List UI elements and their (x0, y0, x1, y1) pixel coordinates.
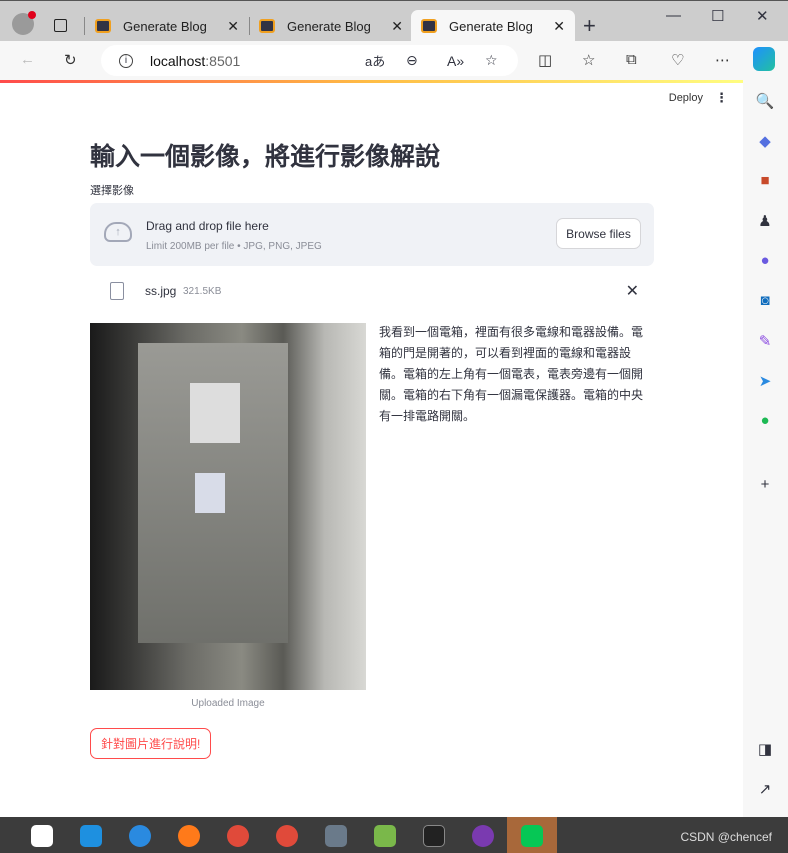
search-icon[interactable]: 🔍 (755, 92, 775, 110)
tab-3-active[interactable]: Generate Blog ✕ (411, 10, 575, 42)
tab-title: Generate Blog (123, 18, 207, 34)
streamlit-page: Deploy ⋮ 輸入一個影像，將進行影像解說 選擇影像 ↑ Drag and … (0, 80, 743, 817)
uploader-label: 選擇影像 (90, 185, 134, 197)
calculator-icon[interactable] (325, 825, 347, 847)
outlook-icon[interactable]: ◙ (755, 292, 775, 310)
tools-icon[interactable]: ■ (755, 172, 775, 190)
line-app-active[interactable] (507, 817, 557, 853)
header-decoration (0, 80, 743, 83)
split-screen-icon[interactable]: ◫ (538, 51, 552, 69)
collections-icon[interactable]: ⧉ (626, 51, 637, 68)
send-icon[interactable]: ➤ (755, 372, 775, 390)
read-aloud-icon[interactable]: aあ (365, 51, 385, 70)
info-icon[interactable]: i (119, 53, 133, 68)
zoom-out-icon[interactable]: ⊖ (406, 52, 418, 69)
tab-actions-icon[interactable] (54, 19, 67, 32)
main-menu-icon[interactable]: ⋮ (715, 90, 728, 106)
watermark: CSDN @chencef (680, 830, 772, 844)
cloud-icon[interactable] (129, 825, 151, 847)
uploaded-image (90, 323, 366, 690)
remove-file-icon[interactable]: ✕ (626, 281, 639, 301)
file-name: ss.jpg (145, 284, 177, 298)
dropzone-title: Drag and drop file here (146, 219, 269, 233)
image-caption: Uploaded Image (191, 698, 265, 709)
camera-favicon-icon (259, 19, 275, 33)
spotify-icon[interactable]: ● (755, 412, 775, 430)
games-icon[interactable]: ♟ (755, 212, 775, 230)
tab-title: Generate Blog (287, 18, 371, 34)
external-link-icon[interactable]: ↗ (755, 780, 775, 798)
designer-icon[interactable]: ✎ (755, 332, 775, 350)
contactor-image (190, 383, 240, 443)
favorite-icon[interactable]: ☆ (485, 52, 498, 69)
url-port: :8501 (205, 52, 241, 69)
notification-dot (28, 11, 36, 19)
edge-sidebar: 🔍 ◆ ■ ♟ ● ◙ ✎ ➤ ● + ◨ ↗ (743, 80, 788, 817)
chrome-profile-icon[interactable] (276, 825, 298, 847)
copilot-icon[interactable] (753, 47, 775, 71)
maximize-icon[interactable]: ☐ (711, 7, 724, 25)
describe-image-button[interactable]: 針對圖片進行說明! (90, 728, 212, 759)
file-icon (110, 282, 124, 300)
store-icon[interactable] (31, 825, 53, 847)
close-tab-icon[interactable]: ✕ (227, 18, 239, 35)
page-title: 輸入一個影像，將進行影像解說 (90, 143, 441, 171)
terminal-icon[interactable] (423, 825, 445, 847)
line-icon (521, 825, 543, 847)
chrome-icon[interactable] (227, 825, 249, 847)
camera-favicon-icon (95, 19, 111, 33)
deploy-button[interactable]: Deploy (669, 92, 703, 104)
mail-icon[interactable] (80, 825, 102, 847)
notepad-icon[interactable] (374, 825, 396, 847)
camera-favicon-icon (421, 19, 437, 33)
file-size: 321.5KB (183, 286, 222, 297)
tab-2[interactable]: Generate Blog ✕ (249, 10, 413, 42)
tab-1[interactable]: Generate Blog ✕ (85, 10, 249, 42)
close-tab-icon[interactable]: ✕ (391, 18, 403, 35)
more-icon[interactable]: ⋯ (715, 51, 730, 69)
file-dropzone[interactable]: ↑ Drag and drop file here Limit 200MB pe… (90, 203, 654, 266)
image-description: 我看到一個電箱，裡面有很多電線和電器設備。電箱的門是開著的，可以看到裡面的電線和… (379, 325, 644, 423)
back-icon[interactable]: ← (20, 51, 35, 68)
url-field[interactable]: i localhost:8501 aあ ⊖ A» ☆ (101, 45, 518, 76)
browse-files-button[interactable]: Browse files (556, 218, 641, 249)
refresh-icon[interactable]: ↻ (64, 51, 77, 69)
sidebar-toggle-icon[interactable]: ◨ (755, 740, 775, 758)
add-icon[interactable]: + (755, 476, 775, 494)
github-icon[interactable] (472, 825, 494, 847)
close-tab-icon[interactable]: ✕ (553, 18, 565, 35)
browser-essentials-icon[interactable]: ♡ (671, 51, 684, 69)
breaker-image (195, 473, 225, 513)
translate-icon[interactable]: A» (447, 53, 464, 69)
favorites-icon[interactable]: ☆ (582, 51, 595, 69)
microsoft365-icon[interactable]: ● (755, 252, 775, 270)
profile-avatar[interactable] (12, 11, 36, 35)
tab-title: Generate Blog (449, 18, 533, 34)
shopping-tag-icon[interactable]: ◆ (755, 132, 775, 150)
uploaded-file-row: ss.jpg 321.5KB ✕ (90, 280, 654, 304)
taskbar: CSDN @chencef (0, 817, 788, 853)
tab-bar: Generate Blog ✕ Generate Blog ✕ Generate B… (0, 0, 788, 42)
new-tab-icon[interactable]: + (583, 13, 596, 39)
cloud-upload-icon: ↑ (104, 222, 132, 242)
firefox-icon[interactable] (178, 825, 200, 847)
address-bar-row: ← ↻ i localhost:8501 aあ ⊖ A» ☆ ◫ ☆ ⧉ ♡ ⋯ (0, 41, 788, 80)
close-window-icon[interactable]: ✕ (756, 7, 769, 25)
url-host: localhost (150, 52, 206, 69)
dropzone-hint: Limit 200MB per file • JPG, PNG, JPEG (146, 241, 322, 252)
minimize-icon[interactable]: — (666, 7, 681, 24)
